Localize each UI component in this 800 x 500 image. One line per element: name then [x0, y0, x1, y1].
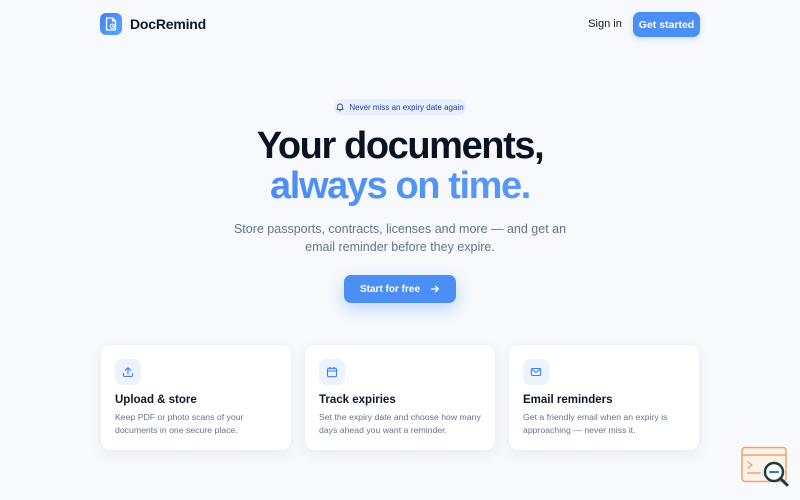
feature-card-email: Email reminders Get a friendly email whe…	[508, 344, 700, 451]
signin-link[interactable]: Sign in	[580, 18, 630, 30]
cta-label: Start for free	[359, 283, 420, 295]
site-header: DocRemind Sign in Get started	[0, 0, 800, 50]
arrow-right-icon	[430, 285, 439, 293]
feature-title: Upload & store	[115, 394, 197, 406]
code-search-icon	[741, 446, 789, 487]
hero-headline: Your documents,	[256, 125, 545, 167]
calendar-icon	[319, 359, 345, 385]
feature-description: Get a friendly email when an expiry is a…	[523, 412, 668, 435]
feature-title: Email reminders	[523, 394, 613, 406]
feature-title: Track expiries	[319, 394, 396, 406]
feature-description: Keep PDF or photo scans of your document…	[115, 412, 244, 435]
bell-icon	[336, 103, 344, 111]
feature-card-track: Track expiries Set the expiry date and c…	[304, 344, 496, 451]
brand[interactable]: DocRemind	[100, 13, 206, 35]
brand-name: DocRemind	[130, 16, 206, 32]
get-started-button[interactable]: Get started	[633, 12, 700, 37]
hero-subtitle: Store passports, contracts, licenses and…	[233, 222, 567, 254]
hero-headline-accent: always on time.	[0, 166, 800, 206]
floating-inspect-widget[interactable]	[740, 446, 792, 490]
tagline-text: Never miss an expiry date again	[349, 102, 464, 112]
upload-icon	[115, 359, 141, 385]
start-for-free-button[interactable]: Start for free	[344, 275, 456, 303]
feature-description: Set the expiry date and choose how many …	[319, 412, 481, 435]
mail-icon	[523, 359, 549, 385]
document-logo-icon	[100, 13, 122, 35]
feature-card-upload: Upload & store Keep PDF or photo scans o…	[100, 344, 292, 451]
tagline-badge: Never miss an expiry date again	[334, 99, 466, 115]
